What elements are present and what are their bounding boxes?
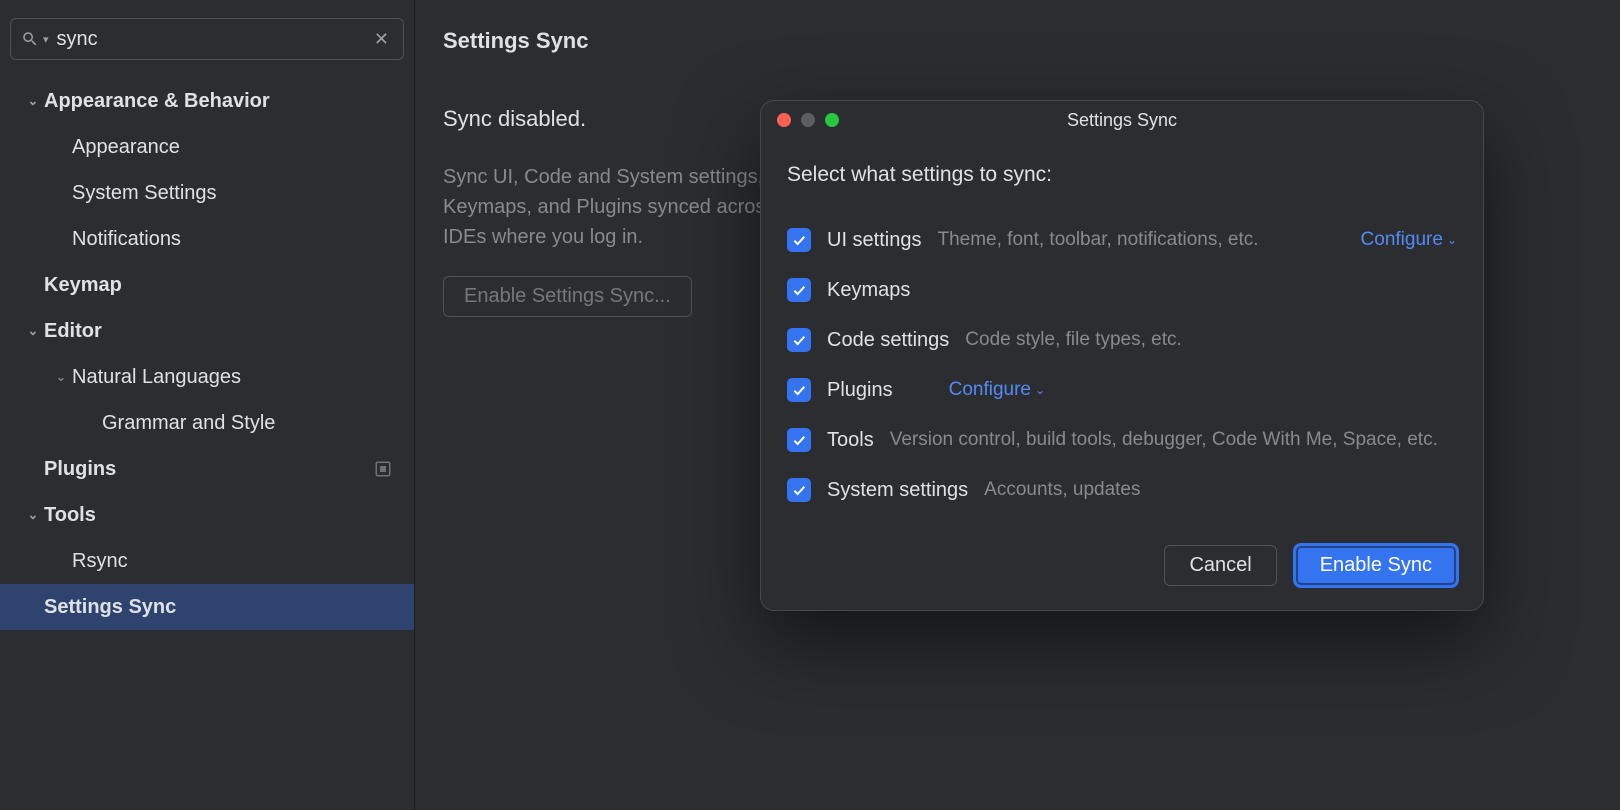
enable-sync-button[interactable]: Enable Sync [1295, 545, 1457, 586]
option-description: Code style, file types, etc. [965, 329, 1182, 351]
checkbox[interactable] [787, 328, 811, 352]
gear-icon[interactable] [374, 460, 392, 478]
search-history-chevron-icon[interactable]: ▾ [43, 33, 49, 46]
search-box[interactable]: ▾ ✕ [10, 18, 404, 60]
search-wrap: ▾ ✕ [0, 0, 414, 68]
sync-option-keymaps: Keymaps [787, 265, 1457, 315]
sidebar-item-tools[interactable]: ⌄Tools [0, 492, 414, 538]
chevron-down-icon[interactable]: ⌄ [22, 507, 44, 523]
sidebar-item-keymap[interactable]: Keymap [0, 262, 414, 308]
sidebar-item-label: System Settings [72, 182, 217, 205]
dialog-footer: Cancel Enable Sync [787, 515, 1457, 586]
settings-tree: ⌄Appearance & BehaviorAppearanceSystem S… [0, 78, 414, 630]
search-clear-icon[interactable]: ✕ [370, 29, 393, 50]
sidebar-item-label: Natural Languages [72, 366, 241, 389]
chevron-down-icon[interactable]: ⌄ [50, 369, 72, 385]
sidebar-item-appearance-behavior[interactable]: ⌄Appearance & Behavior [0, 78, 414, 124]
checkbox[interactable] [787, 428, 811, 452]
window-minimize-button[interactable] [801, 113, 815, 127]
settings-sync-dialog: Settings Sync Select what settings to sy… [760, 100, 1484, 611]
sync-option-code-settings: Code settings Code style, file types, etc… [787, 315, 1457, 365]
sidebar-item-settings-sync[interactable]: Settings Sync [0, 584, 414, 630]
sync-option-ui-settings: UI settings Theme, font, toolbar, notific… [787, 215, 1457, 265]
sync-option-plugins: Plugins Configure ⌄ [787, 365, 1457, 415]
chevron-down-icon[interactable]: ⌄ [22, 323, 44, 339]
sidebar-item-label: Editor [44, 320, 102, 343]
search-input[interactable] [57, 28, 370, 51]
option-label: UI settings [827, 229, 921, 252]
cancel-button[interactable]: Cancel [1164, 545, 1276, 586]
enable-settings-sync-button[interactable]: Enable Settings Sync... [443, 276, 692, 317]
option-description: Theme, font, toolbar, notifications, etc… [937, 229, 1258, 251]
sync-option-system-settings: System settings Accounts, updates [787, 465, 1457, 515]
sidebar-item-label: Rsync [72, 550, 128, 573]
chevron-down-icon[interactable]: ⌄ [22, 93, 44, 109]
sidebar-item-grammar-and-style[interactable]: Grammar and Style [0, 400, 414, 446]
sidebar-item-label: Tools [44, 504, 96, 527]
dialog-titlebar[interactable]: Settings Sync [761, 101, 1483, 139]
sidebar-item-label: Keymap [44, 274, 122, 297]
traffic-lights [777, 113, 839, 127]
configure-label: Configure [1361, 229, 1443, 251]
configure-label: Configure [949, 379, 1031, 401]
configure-link[interactable]: Configure ⌄ [1361, 229, 1457, 251]
dialog-body: Select what settings to sync: UI setting… [761, 139, 1483, 610]
sync-option-tools: Tools Version control, build tools, debug… [787, 415, 1457, 465]
sidebar-item-label: Appearance [72, 136, 180, 159]
option-label: Tools [827, 429, 874, 452]
sidebar-item-editor[interactable]: ⌄Editor [0, 308, 414, 354]
checkbox[interactable] [787, 378, 811, 402]
window-close-button[interactable] [777, 113, 791, 127]
checkbox[interactable] [787, 228, 811, 252]
sidebar-item-label: Grammar and Style [102, 412, 275, 435]
sidebar-item-appearance[interactable]: Appearance [0, 124, 414, 170]
option-label: Plugins [827, 379, 893, 402]
sidebar-item-notifications[interactable]: Notifications [0, 216, 414, 262]
page-title: Settings Sync [443, 28, 1592, 54]
dialog-title: Settings Sync [761, 110, 1483, 131]
option-label: System settings [827, 479, 968, 502]
sidebar-item-rsync[interactable]: Rsync [0, 538, 414, 584]
option-label: Keymaps [827, 279, 910, 302]
option-description: Accounts, updates [984, 479, 1140, 501]
settings-sidebar: ▾ ✕ ⌄Appearance & BehaviorAppearanceSyst… [0, 0, 415, 810]
chevron-down-icon: ⌄ [1447, 233, 1457, 247]
sidebar-item-label: Notifications [72, 228, 181, 251]
option-label: Code settings [827, 329, 949, 352]
sidebar-item-plugins[interactable]: Plugins [0, 446, 414, 492]
chevron-down-icon: ⌄ [1035, 383, 1045, 397]
checkbox[interactable] [787, 278, 811, 302]
window-maximize-button[interactable] [825, 113, 839, 127]
dialog-heading: Select what settings to sync: [787, 163, 1457, 187]
sidebar-item-label: Settings Sync [44, 596, 176, 619]
sidebar-item-label: Plugins [44, 458, 116, 481]
sync-description: Sync UI, Code and System settings, Keyma… [443, 162, 783, 252]
sidebar-item-label: Appearance & Behavior [44, 90, 270, 113]
search-icon [21, 30, 39, 48]
sidebar-item-natural-languages[interactable]: ⌄Natural Languages [0, 354, 414, 400]
option-description: Version control, build tools, debugger, … [890, 429, 1438, 451]
checkbox[interactable] [787, 478, 811, 502]
sidebar-item-system-settings[interactable]: System Settings [0, 170, 414, 216]
configure-link[interactable]: Configure ⌄ [949, 379, 1045, 401]
